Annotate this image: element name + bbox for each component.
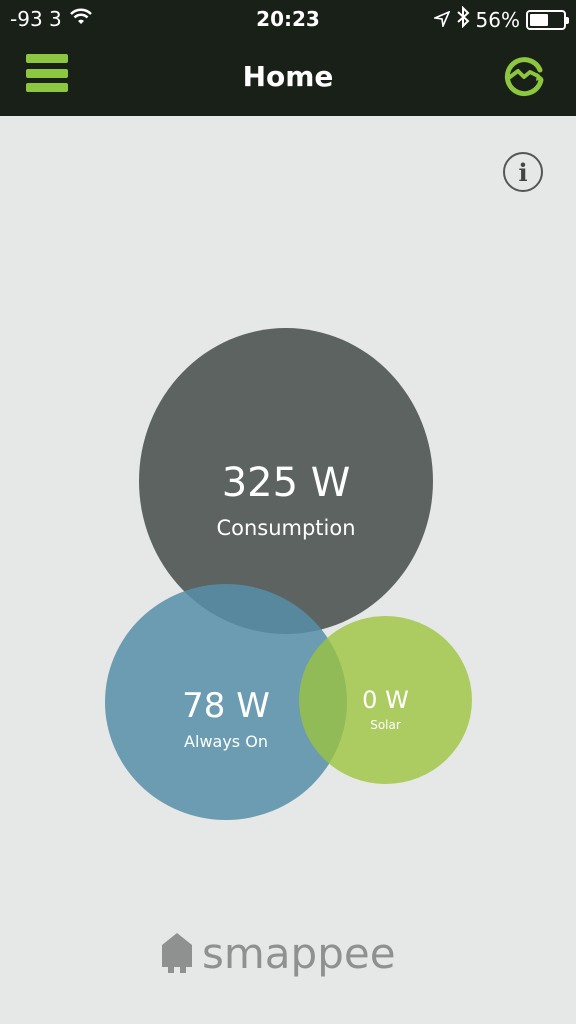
logo-text: smappee — [202, 928, 396, 978]
battery-fill — [530, 13, 548, 26]
page-title: Home — [242, 60, 334, 93]
status-bar: -93 3 20:23 56% — [0, 0, 576, 38]
bluetooth-icon — [456, 5, 470, 33]
sync-icon — [504, 57, 544, 97]
consumption-value: 325 W — [221, 460, 351, 506]
consumption-bubble[interactable]: 325 W Consumption — [139, 328, 433, 634]
battery-percent: 56% — [475, 7, 520, 32]
battery-icon — [526, 9, 569, 30]
info-icon: i — [518, 157, 528, 187]
smappee-logo: smappee — [160, 928, 396, 978]
solar-bubble[interactable]: 0 W Solar — [299, 616, 472, 784]
solar-label: Solar — [370, 718, 401, 732]
location-icon — [431, 8, 451, 32]
house-logo-icon — [162, 933, 192, 973]
solar-value: 0 W — [362, 686, 409, 714]
consumption-label: Consumption — [216, 516, 356, 540]
top-bar: -93 3 20:23 56% Home — [0, 0, 576, 116]
info-button[interactable]: i — [503, 152, 543, 192]
sync-button[interactable] — [500, 52, 548, 100]
